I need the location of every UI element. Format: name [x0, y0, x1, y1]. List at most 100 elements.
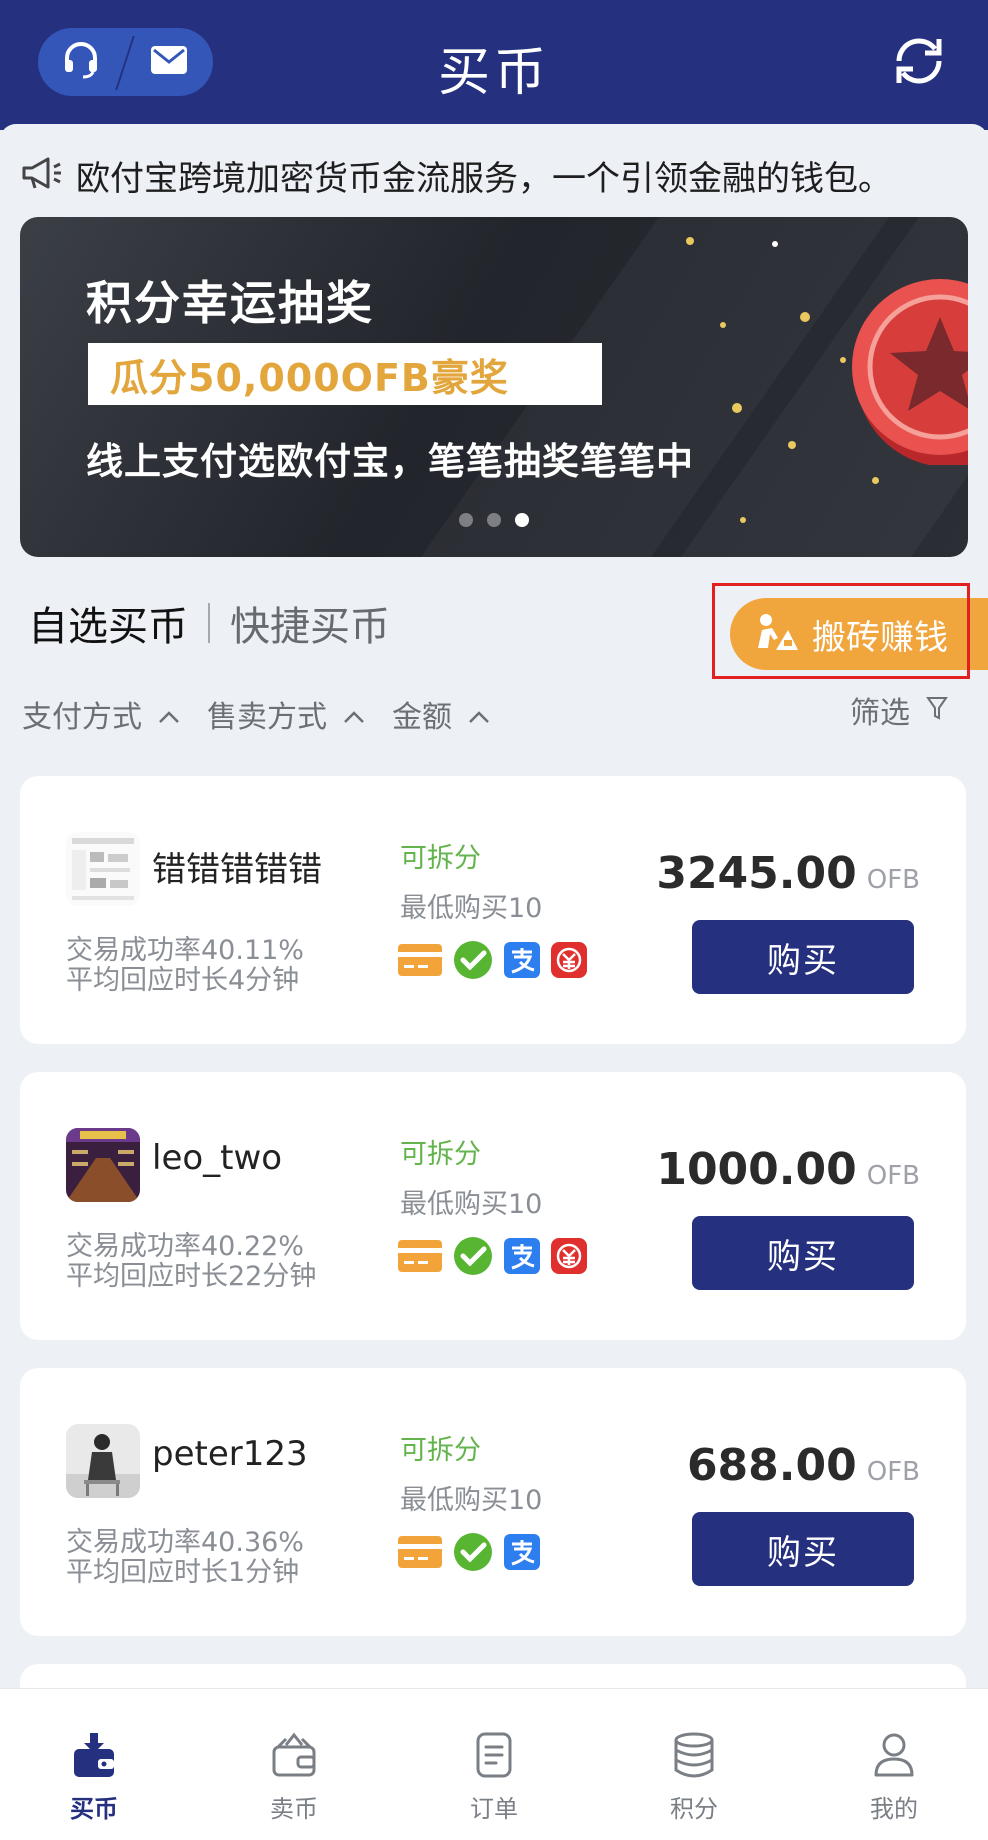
price-unit: OFB: [866, 865, 920, 895]
seller-stats: 交易成功率40.11% 平均回应时长4分钟: [66, 936, 304, 996]
banner-subtitle: 线上支付选欧付宝，笔笔抽奖笔笔中: [86, 440, 694, 483]
listing-card: peter123 交易成功率40.36% 平均回应时长1分钟 可拆分 最低购买1…: [20, 1368, 966, 1636]
splittable-tag: 可拆分: [400, 1435, 481, 1466]
payment-methods: [398, 940, 587, 984]
payment-methods: [398, 1236, 587, 1280]
seller-name: 错错错错错: [152, 850, 322, 890]
nav-buy[interactable]: 买币: [34, 1731, 154, 1824]
unionpay-icon: [551, 942, 587, 982]
buy-mode-tabs: 自选买币 快捷买币: [28, 594, 390, 652]
price-unit: OFB: [866, 1457, 920, 1487]
alipay-icon: [504, 1534, 540, 1574]
filter-label: 金额: [392, 700, 452, 735]
sparkle: [840, 357, 846, 363]
filter-button[interactable]: 筛选: [850, 688, 948, 732]
price-unit: OFB: [866, 1161, 920, 1191]
promo-banner[interactable]: 积分幸运抽奖 瓜分50,000OFB豪奖 线上支付选欧付宝，笔笔抽奖笔笔中: [20, 217, 968, 557]
banner-title: 积分幸运抽奖: [86, 276, 374, 330]
nav-label: 买币: [70, 1795, 118, 1823]
seller-stats: 交易成功率40.36% 平均回应时长1分钟: [66, 1528, 304, 1588]
price-amount: 3245.00: [656, 848, 857, 899]
points-icon: [670, 1731, 718, 1783]
wechat-icon: [453, 1236, 493, 1280]
avatar: [66, 1424, 140, 1498]
filter-bar: 支付方式 售卖方式 金额 筛选: [22, 692, 962, 742]
page-title: 买币: [437, 43, 550, 103]
alipay-icon: [504, 942, 540, 982]
profile-icon: [870, 1731, 918, 1783]
seller-name: leo_two: [152, 1138, 283, 1178]
tab-quick-buy[interactable]: 快捷买币: [230, 594, 390, 652]
sparkle: [872, 477, 879, 484]
tab-custom-buy[interactable]: 自选买币: [28, 594, 188, 652]
filter-payment-method[interactable]: 支付方式: [22, 692, 180, 736]
banner-prize: 瓜分50,000OFB豪奖: [88, 343, 602, 405]
megaphone-icon: [20, 155, 64, 195]
nav-points[interactable]: 积分: [634, 1731, 754, 1824]
price: 3245.00 OFB: [656, 848, 920, 899]
splittable-tag: 可拆分: [400, 843, 481, 874]
sparkle: [686, 237, 694, 245]
carousel-dot-active[interactable]: [515, 513, 529, 527]
carousel-dots: [20, 513, 968, 527]
avatar: [66, 832, 140, 906]
bottom-nav: 买币 卖币 订单 积分 我的: [0, 1688, 988, 1840]
avatar: [66, 1128, 140, 1202]
seller-stats: 交易成功率40.22% 平均回应时长22分钟: [66, 1232, 316, 1292]
wechat-icon: [453, 940, 493, 984]
filter-button-label: 筛选: [850, 696, 910, 731]
refresh-icon: [889, 31, 949, 95]
price: 1000.00 OFB: [656, 1144, 920, 1195]
chevron-up-icon: [343, 697, 365, 732]
chevron-up-icon: [468, 697, 490, 732]
avg-response: 平均回应时长4分钟: [66, 965, 300, 996]
carousel-dot[interactable]: [487, 513, 501, 527]
nav-sell[interactable]: 卖币: [234, 1731, 354, 1824]
bank-card-icon: [398, 1535, 442, 1573]
notice-bar[interactable]: 欧付宝跨境加密货币金流服务，一个引领金融的钱包。: [20, 150, 892, 200]
filter-amount[interactable]: 金额: [392, 692, 490, 736]
nav-orders[interactable]: 订单: [434, 1731, 554, 1824]
sell-coin-icon: [270, 1731, 318, 1783]
nav-label: 积分: [670, 1795, 718, 1823]
nav-label: 我的: [870, 1795, 918, 1823]
sparkle: [788, 441, 796, 449]
listing-card: 错错错错错 交易成功率40.11% 平均回应时长4分钟 可拆分 最低购买10 3…: [20, 776, 966, 1044]
refresh-button[interactable]: [886, 30, 952, 96]
avg-response: 平均回应时长1分钟: [66, 1557, 300, 1588]
price-amount: 688.00: [686, 1440, 857, 1491]
funnel-icon: [926, 693, 948, 728]
carousel-dot[interactable]: [459, 513, 473, 527]
filter-label: 售卖方式: [207, 700, 327, 735]
seller-name: peter123: [152, 1434, 308, 1474]
bank-card-icon: [398, 1239, 442, 1277]
price: 688.00 OFB: [687, 1440, 920, 1491]
alipay-icon: [504, 1238, 540, 1278]
buy-button[interactable]: 购买: [692, 1216, 914, 1290]
order-icon: [470, 1731, 518, 1783]
filter-sale-method[interactable]: 售卖方式: [207, 692, 365, 736]
nav-profile[interactable]: 我的: [834, 1731, 954, 1824]
bank-card-icon: [398, 943, 442, 981]
app-header: 买币: [0, 0, 988, 130]
sparkle: [732, 403, 742, 413]
buy-button[interactable]: 购买: [692, 1512, 914, 1586]
coin-icon: [848, 275, 968, 467]
success-rate: 交易成功率40.11%: [66, 935, 304, 966]
success-rate: 交易成功率40.22%: [66, 1231, 304, 1262]
buy-coin-icon: [70, 1731, 118, 1783]
price-amount: 1000.00: [656, 1144, 857, 1195]
min-buy: 最低购买10: [400, 1485, 543, 1516]
sparkle: [720, 322, 726, 328]
nav-label: 订单: [470, 1795, 518, 1823]
buy-button[interactable]: 购买: [692, 920, 914, 994]
splittable-tag: 可拆分: [400, 1139, 481, 1170]
tab-divider: [208, 603, 210, 643]
wechat-icon: [453, 1532, 493, 1576]
sparkle: [800, 312, 810, 322]
min-buy: 最低购买10: [400, 893, 543, 924]
success-rate: 交易成功率40.36%: [66, 1527, 304, 1558]
sparkle: [772, 241, 778, 247]
payment-methods: [398, 1532, 540, 1576]
filter-label: 支付方式: [22, 700, 142, 735]
